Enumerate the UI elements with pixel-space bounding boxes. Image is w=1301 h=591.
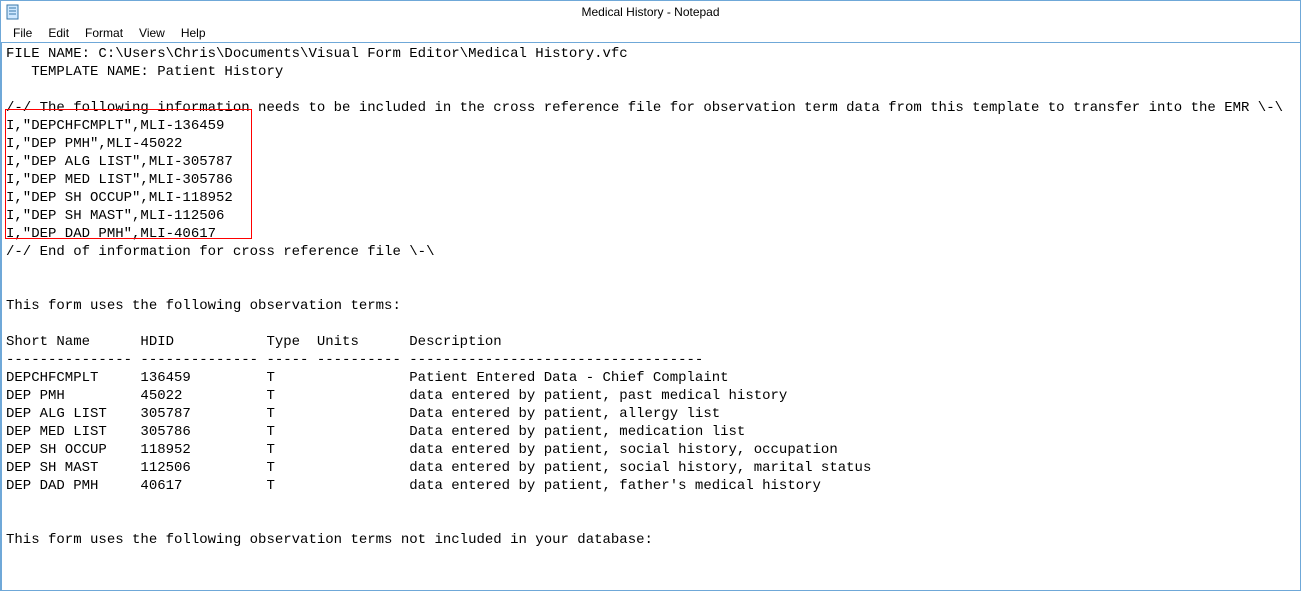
menu-view[interactable]: View bbox=[131, 24, 173, 42]
xref-line: I,"DEPCHFCMPLT",MLI-136459 bbox=[6, 118, 224, 134]
menu-format[interactable]: Format bbox=[77, 24, 131, 42]
line-filename: FILE NAME: C:\Users\Chris\Documents\Visu… bbox=[6, 46, 628, 62]
table-row: DEP DAD PMH 40617 T data entered by pati… bbox=[6, 478, 821, 494]
titlebar[interactable]: Medical History - Notepad bbox=[1, 1, 1300, 23]
line-not-included: This form uses the following observation… bbox=[6, 532, 653, 548]
line-comment-close: /-/ End of information for cross referen… bbox=[6, 244, 434, 260]
menu-help[interactable]: Help bbox=[173, 24, 214, 42]
line-form-uses: This form uses the following observation… bbox=[6, 298, 401, 314]
line-comment-open: /-/ The following information needs to b… bbox=[6, 100, 1283, 116]
menu-edit[interactable]: Edit bbox=[40, 24, 77, 42]
xref-line: I,"DEP PMH",MLI-45022 bbox=[6, 136, 182, 152]
table-row: DEP PMH 45022 T data entered by patient,… bbox=[6, 388, 787, 404]
xref-line: I,"DEP MED LIST",MLI-305786 bbox=[6, 172, 233, 188]
text-area[interactable]: FILE NAME: C:\Users\Chris\Documents\Visu… bbox=[1, 43, 1300, 590]
table-row: DEP MED LIST 305786 T Data entered by pa… bbox=[6, 424, 745, 440]
table-header: Short Name HDID Type Units Description bbox=[6, 334, 502, 350]
notepad-window: Medical History - Notepad File Edit Form… bbox=[0, 0, 1301, 591]
window-title: Medical History - Notepad bbox=[581, 5, 719, 19]
notepad-icon bbox=[5, 4, 21, 20]
table-row: DEP SH OCCUP 118952 T data entered by pa… bbox=[6, 442, 838, 458]
xref-line: I,"DEP SH MAST",MLI-112506 bbox=[6, 208, 224, 224]
menu-file[interactable]: File bbox=[5, 24, 40, 42]
table-row: DEP SH MAST 112506 T data entered by pat… bbox=[6, 460, 871, 476]
line-template: TEMPLATE NAME: Patient History bbox=[6, 64, 283, 80]
table-row: DEPCHFCMPLT 136459 T Patient Entered Dat… bbox=[6, 370, 729, 386]
table-divider: --------------- -------------- ----- ---… bbox=[6, 352, 703, 368]
xref-line: I,"DEP ALG LIST",MLI-305787 bbox=[6, 154, 233, 170]
menubar: File Edit Format View Help bbox=[1, 23, 1300, 43]
xref-line: I,"DEP SH OCCUP",MLI-118952 bbox=[6, 190, 233, 206]
xref-line: I,"DEP DAD PMH",MLI-40617 bbox=[6, 226, 216, 242]
table-row: DEP ALG LIST 305787 T Data entered by pa… bbox=[6, 406, 720, 422]
